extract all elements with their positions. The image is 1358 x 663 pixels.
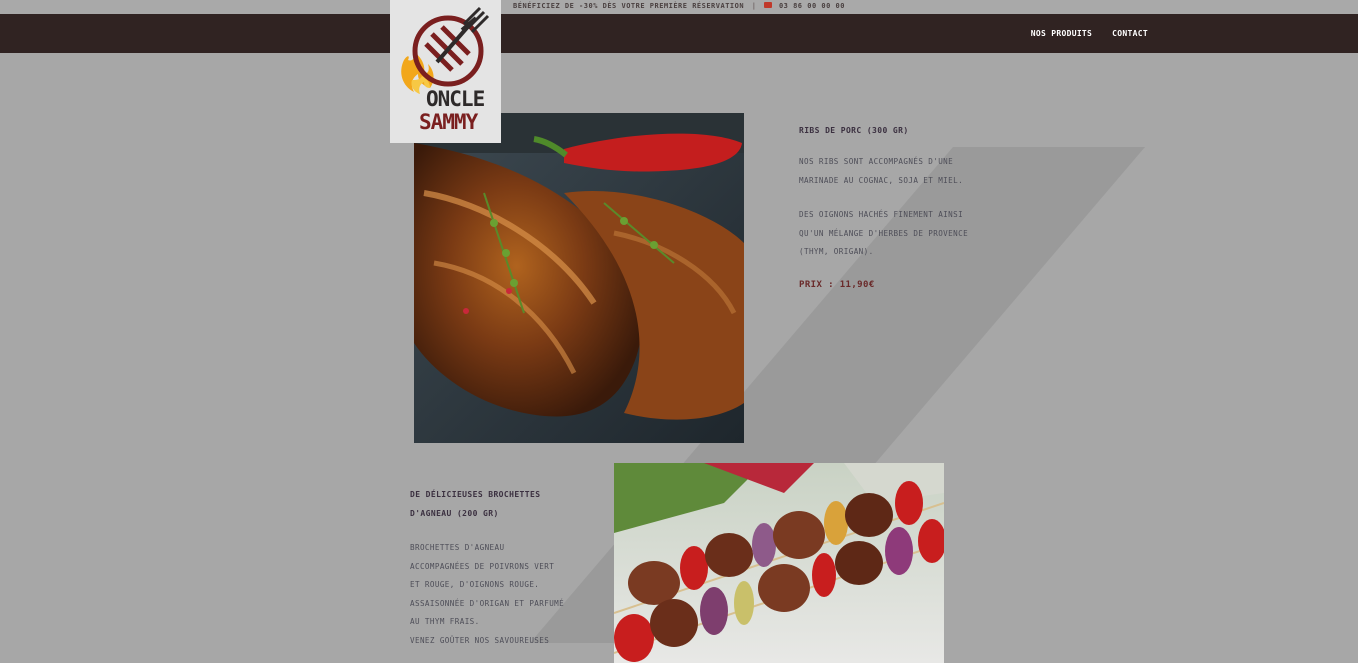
product-image-ribs	[414, 113, 744, 443]
product-ribs-info: RIBS DE PORC (300 GR) NOS RIBS SONT ACCO…	[799, 126, 999, 290]
product-desc-line: (THYM, ORIGAN).	[799, 247, 874, 256]
product-desc-line: AU THYM FRAIS.	[410, 617, 480, 626]
product-desc-line: VENEZ GOÛTER NOS SAVOUREUSES	[410, 635, 550, 645]
product-desc-line: NOS RIBS SONT ACCOMPAGNÉS D'UNE	[799, 157, 954, 166]
product-desc-line: ASSAISONNÉE D'ORIGAN ET PARFUMÉ	[410, 598, 565, 608]
product-title-line: DE DÉLICIEUSES BROCHETTES	[410, 490, 541, 499]
product-desc-line: BROCHETTES D'AGNEAU	[410, 543, 505, 552]
logo-text-line1: ONCLE	[426, 87, 485, 111]
product-image-brochettes	[614, 463, 944, 663]
product-desc-line: DES OIGNONS HACHÉS FINEMENT AINSI	[799, 210, 964, 219]
product-desc-line: ET ROUGE, D'OIGNONS ROUGE.	[410, 580, 540, 589]
product-desc-line: QU'UN MÉLANGE D'HERBES DE PROVENCE	[799, 228, 969, 238]
logo-text-line2: SAMMY	[419, 110, 478, 134]
product-price: PRIX : 11,90€	[799, 279, 875, 290]
product-brochettes-info: DE DÉLICIEUSES BROCHETTES D'AGNEAU (200 …	[410, 486, 570, 650]
product-title-line: D'AGNEAU (200 GR)	[410, 508, 499, 518]
product-desc-line: ACCOMPAGNÉES DE POIVRONS VERT	[410, 561, 555, 571]
product-title: RIBS DE PORC (300 GR)	[799, 126, 909, 135]
product-desc-line: MARINADE AU COGNAC, SOJA ET MIEL.	[799, 175, 964, 185]
logo[interactable]: ONCLE SAMMY	[390, 0, 501, 143]
